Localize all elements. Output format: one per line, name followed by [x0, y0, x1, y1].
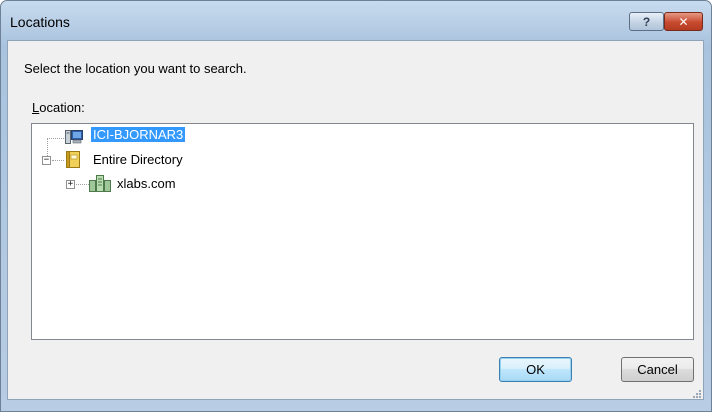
expand-icon[interactable]: + — [66, 180, 75, 189]
help-icon: ? — [642, 14, 651, 29]
title-bar[interactable]: Locations ? ✕ — [1, 1, 711, 41]
location-tree[interactable]: ICI-BJORNAR3 − Entire Directory + xlabs.… — [31, 123, 694, 340]
window-title: Locations — [10, 14, 70, 30]
tree-line-root-vertical — [47, 138, 48, 156]
tree-line-entire-horizontal — [52, 160, 64, 161]
tree-item-label: xlabs.com — [117, 176, 176, 191]
domain-icon — [89, 175, 111, 192]
computer-icon — [65, 130, 83, 144]
ok-button[interactable]: OK — [499, 357, 572, 382]
resize-grip-icon[interactable] — [692, 389, 702, 399]
cancel-button[interactable]: Cancel — [621, 357, 694, 382]
location-label: Location: — [32, 100, 85, 115]
tree-line-root-horizontal — [47, 138, 64, 139]
tree-line-child-horizontal — [76, 184, 89, 185]
help-button[interactable]: ? — [629, 12, 664, 31]
tree-item-label: ICI-BJORNAR3 — [89, 126, 187, 143]
close-icon: ✕ — [678, 14, 689, 29]
collapse-icon[interactable]: − — [42, 156, 51, 165]
location-label-rest: ocation: — [39, 100, 85, 115]
tree-item-label: Entire Directory — [93, 152, 183, 167]
close-button[interactable]: ✕ — [664, 12, 703, 31]
instruction-text: Select the location you want to search. — [24, 61, 247, 76]
directory-book-icon — [66, 151, 80, 168]
